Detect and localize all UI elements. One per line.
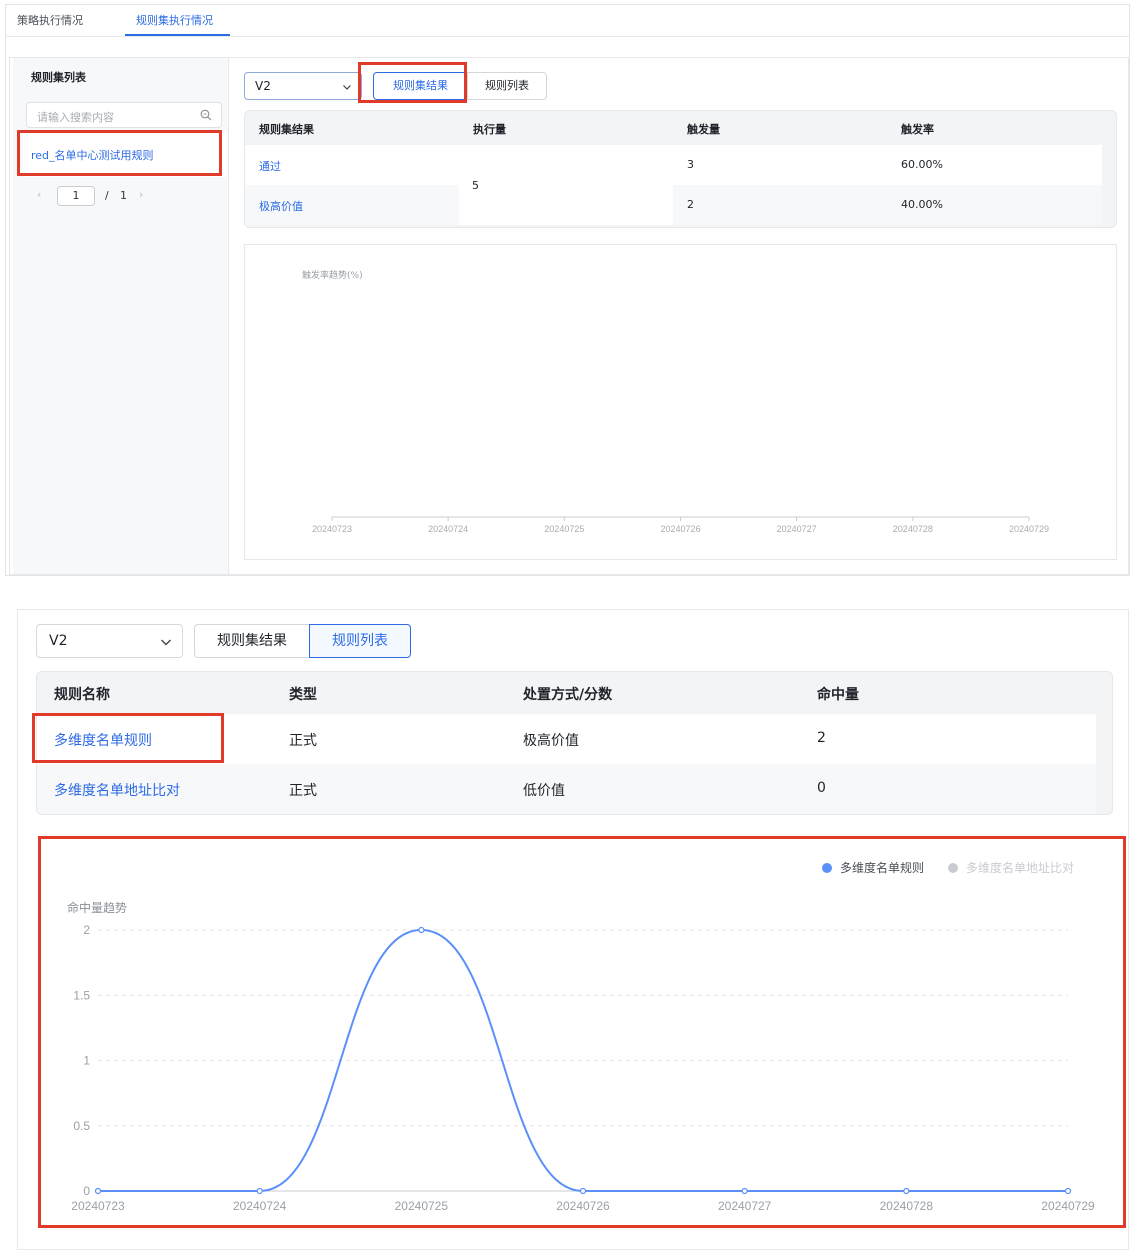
ruleset-panel-top: 策略执行情况 规则集执行情况 规则集列表 请输入搜索内容 red_名单中心测试用…: [5, 4, 1130, 576]
data-point: [903, 1187, 910, 1195]
legend-label: 多维度名单地址比对: [966, 860, 1074, 875]
ruleset-search-input[interactable]: 请输入搜索内容: [26, 102, 222, 128]
rule-hits-cell: 2: [817, 730, 826, 746]
table-header-trigger-rate: 触发率: [901, 123, 934, 136]
table-header-trigger-count: 触发量: [687, 123, 720, 136]
y-tick-label: 1: [83, 1054, 90, 1068]
table-row: 极高价值 2 40.00%: [245, 185, 1102, 225]
data-point: [741, 1187, 748, 1195]
next-page-button[interactable]: ›: [139, 188, 143, 201]
tab-ruleset-execution[interactable]: 规则集执行情况: [136, 12, 213, 28]
ruleset-result-table: 规则集结果 执行量 触发量 触发率 通过 3 60.00% 极高价值 2 40.…: [244, 110, 1117, 228]
version-select[interactable]: V2: [36, 624, 183, 658]
y-tick-label: 0: [83, 1184, 90, 1198]
x-tick-label: 20240726: [660, 524, 700, 534]
ruleset-list-sidebar: 规则集列表 请输入搜索内容 red_名单中心测试用规则 ‹ 1 / 1 ›: [13, 58, 229, 574]
table-row: 多维度名单规则 正式 极高价值 2: [37, 714, 1096, 764]
x-tick-label: 20240723: [312, 524, 352, 534]
trigger-rate-chart-svg: 20240723 20240724 20240725 20240726 20240727…: [312, 516, 1049, 534]
data-point: [579, 1187, 587, 1195]
result-link[interactable]: 通过: [259, 158, 281, 174]
legend-label: 多维度名单规则: [840, 860, 924, 875]
x-tick-label: 20240724: [233, 1199, 287, 1213]
ruleset-result-button[interactable]: 规则集结果: [373, 72, 468, 100]
hit-count-trend-chart: 命中量趋势 0 0.5 1 1.5 2 20240723 20240724 20240725 20…: [38, 836, 1126, 1226]
chevron-down-icon: [343, 85, 351, 90]
rule-name-link[interactable]: 多维度名单地址比对: [54, 780, 180, 800]
table-header-result: 规则集结果: [259, 123, 314, 136]
ruleset-list-title: 规则集列表: [31, 71, 86, 84]
table-header-exec-count: 执行量: [473, 123, 506, 136]
hit-count-chart-svg: 命中量趋势 0 0.5 1 1.5 2 20240723 20240724 20240725 20…: [67, 860, 1095, 1213]
x-tick-label: 20240729: [1009, 524, 1049, 534]
tab-strategy-execution[interactable]: 策略执行情况: [17, 12, 83, 28]
prev-page-button[interactable]: ‹: [37, 188, 41, 201]
x-tick-label: 20240725: [544, 524, 584, 534]
y-tick-label: 0.5: [73, 1119, 90, 1133]
rule-list-button[interactable]: 规则列表: [467, 72, 547, 100]
legend-marker: [822, 863, 832, 873]
trigger-count-cell: 3: [687, 158, 694, 171]
data-point: [256, 1187, 263, 1195]
version-select-value: V2: [49, 633, 68, 649]
x-tick-label: 20240728: [880, 1199, 934, 1213]
rule-list-button[interactable]: 规则列表: [309, 624, 411, 658]
x-tick-label: 20240725: [395, 1199, 449, 1213]
x-tick-label: 20240724: [428, 524, 468, 534]
page-separator: /: [105, 189, 109, 202]
rule-list-table: 规则名称 类型 处置方式/分数 命中量 多维度名单规则 正式 极高价值 2 多维…: [36, 671, 1113, 815]
x-tick-label: 20240727: [777, 524, 817, 534]
rule-type-cell: 正式: [289, 783, 317, 799]
version-select-value: V2: [255, 79, 271, 93]
rule-type-cell: 正式: [289, 733, 317, 749]
x-tick-label: 20240729: [1041, 1199, 1095, 1213]
version-select[interactable]: V2: [244, 72, 362, 100]
execution-tabs: 策略执行情况 规则集执行情况: [6, 5, 1129, 37]
rule-list-panel-bottom: V2 规则集结果 规则列表 规则名称 类型 处置方式/分数 命中量 多维度名单规…: [17, 609, 1129, 1250]
ruleset-list-item[interactable]: red_名单中心测试用规则: [23, 133, 227, 177]
active-tab-indicator: [125, 34, 230, 36]
table-row: 通过 3 60.00%: [245, 145, 1102, 185]
x-tick-label: 20240723: [71, 1199, 125, 1213]
table-header-action: 处置方式/分数: [523, 687, 613, 703]
x-tick-label: 20240728: [893, 524, 933, 534]
result-link[interactable]: 极高价值: [259, 198, 303, 214]
trigger-rate-cell: 60.00%: [901, 158, 943, 171]
data-point: [418, 926, 425, 934]
page-number-input[interactable]: 1: [57, 186, 95, 206]
legend-marker: [948, 863, 958, 873]
ruleset-item-label: red_名单中心测试用规则: [31, 149, 154, 162]
x-tick-label: 20240726: [556, 1199, 610, 1213]
trigger-count-cell: 2: [687, 198, 694, 211]
rule-hits-cell: 0: [817, 780, 826, 796]
trigger-rate-chart: 触发率趋势(%) 20240723 20240724 20240725 2024072…: [244, 244, 1117, 560]
chart-title: 命中量趋势: [67, 900, 127, 915]
rule-name-link[interactable]: 多维度名单规则: [54, 730, 152, 750]
data-point: [94, 1187, 102, 1195]
table-header-hits: 命中量: [817, 687, 859, 703]
page-total: 1: [120, 189, 127, 202]
table-row: 多维度名单地址比对 正式 低价值 0: [37, 764, 1096, 814]
rule-action-cell: 低价值: [523, 783, 565, 799]
exec-count-value: 5: [472, 179, 479, 192]
data-point: [1064, 1187, 1072, 1195]
exec-count-merged-cell: 5: [459, 145, 673, 225]
ruleset-result-button[interactable]: 规则集结果: [194, 624, 310, 658]
trigger-rate-cell: 40.00%: [901, 198, 943, 211]
table-header-type: 类型: [289, 687, 317, 703]
table-header-rule-name: 规则名称: [54, 687, 110, 703]
y-tick-label: 2: [83, 923, 90, 937]
rule-action-cell: 极高价值: [523, 733, 579, 749]
x-tick-label: 20240727: [718, 1199, 772, 1213]
search-icon[interactable]: [200, 109, 212, 121]
search-placeholder: 请输入搜索内容: [37, 111, 114, 124]
y-tick-label: 1.5: [73, 988, 90, 1002]
chevron-down-icon: [161, 639, 171, 646]
ruleset-body: 规则集列表 请输入搜索内容 red_名单中心测试用规则 ‹ 1 / 1 › V2…: [9, 57, 1129, 575]
